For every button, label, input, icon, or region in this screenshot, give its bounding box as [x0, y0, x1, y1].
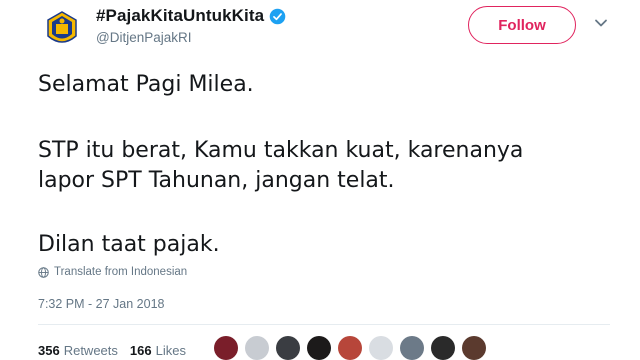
retweets-label[interactable]: Retweets — [64, 343, 118, 358]
liker-avatar[interactable] — [369, 336, 393, 360]
retweets-count[interactable]: 356 — [38, 343, 60, 358]
tweet-line: lapor SPT Tahunan, jangan telat. — [38, 168, 395, 193]
liker-avatar[interactable] — [245, 336, 269, 360]
tweet-stats: 356 Retweets 166 Likes — [38, 343, 198, 358]
name-row: #PajakKitaUntukKita — [96, 6, 286, 26]
chevron-down-icon[interactable] — [594, 16, 608, 30]
tweet-line: Selamat Pagi Milea. — [38, 72, 254, 97]
tweet-line: Dilan taat pajak. — [38, 232, 220, 257]
tweet-header: #PajakKitaUntukKita @DitjenPajakRI Follo… — [0, 0, 640, 60]
tweet-line: STP itu berat, Kamu takkan kuat, karenan… — [38, 138, 524, 163]
liker-avatar[interactable] — [338, 336, 362, 360]
display-name[interactable]: #PajakKitaUntukKita — [96, 6, 264, 26]
divider — [38, 324, 610, 325]
tweet-timestamp[interactable]: 7:32 PM - 27 Jan 2018 — [38, 297, 164, 311]
follow-button[interactable]: Follow — [468, 6, 576, 44]
translate-link[interactable]: Translate from Indonesian — [38, 266, 187, 278]
likes-label[interactable]: Likes — [156, 343, 186, 358]
account-handle[interactable]: @DitjenPajakRI — [96, 30, 192, 45]
translate-label: Translate from Indonesian — [54, 266, 188, 278]
liker-avatar[interactable] — [431, 336, 455, 360]
likes-count[interactable]: 166 — [130, 343, 152, 358]
liker-avatar[interactable] — [400, 336, 424, 360]
liker-avatar[interactable] — [276, 336, 300, 360]
liker-avatar[interactable] — [462, 336, 486, 360]
liker-avatars — [214, 336, 493, 360]
liker-avatar[interactable] — [214, 336, 238, 360]
liker-avatar[interactable] — [307, 336, 331, 360]
verified-badge-icon — [269, 8, 286, 24]
ministry-logo-icon[interactable] — [40, 6, 84, 50]
globe-icon — [38, 266, 49, 278]
